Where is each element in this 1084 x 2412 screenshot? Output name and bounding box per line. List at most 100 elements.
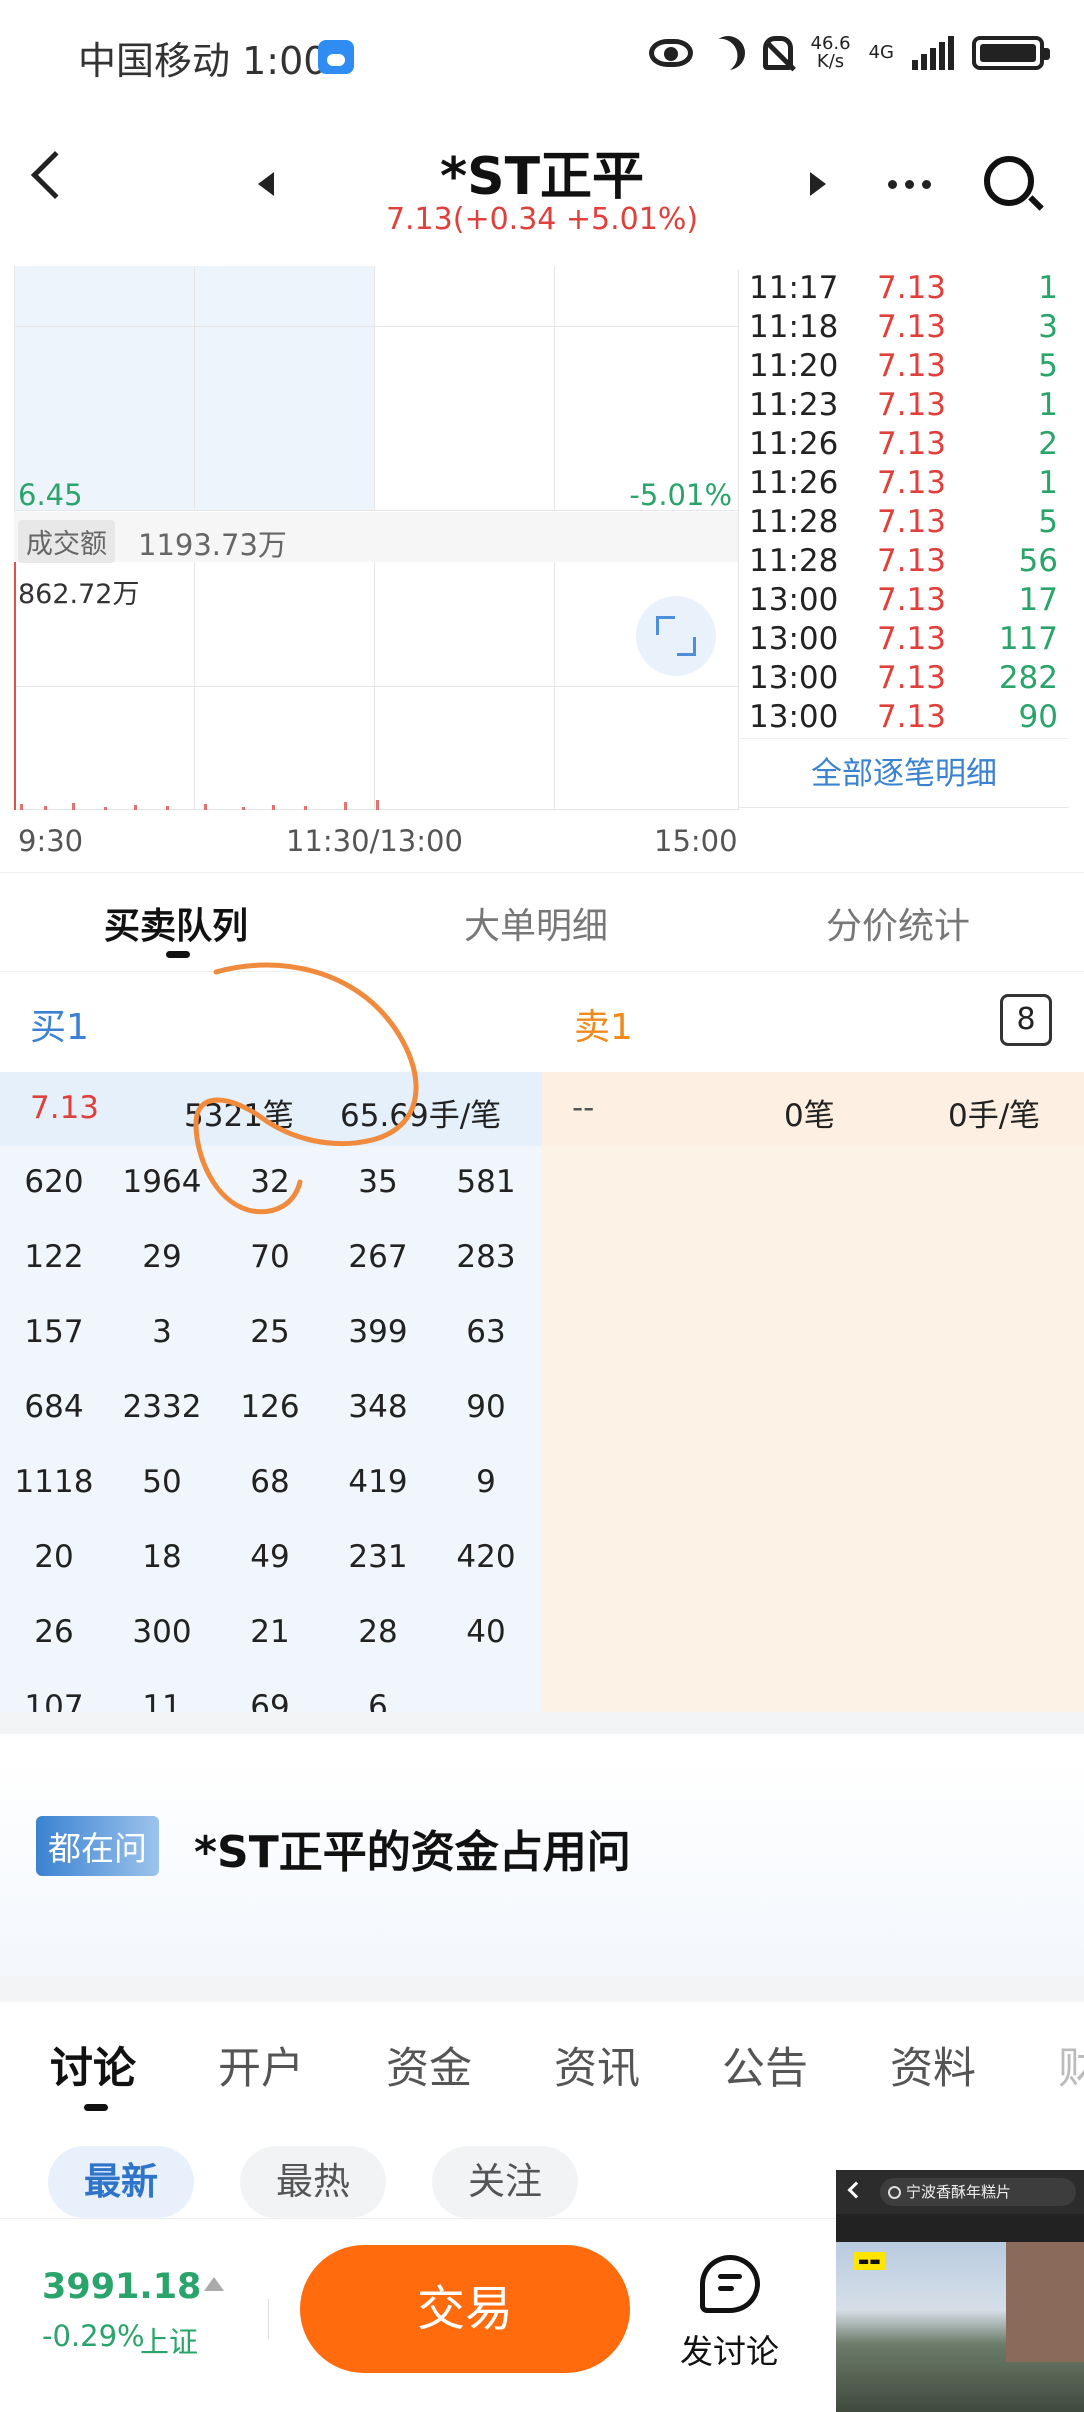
tab-discussion[interactable]: 讨论 bbox=[50, 2034, 136, 2096]
queue-order-size: 68 bbox=[250, 1464, 290, 1500]
queue-row: 107 11 69 6... bbox=[0, 1671, 542, 1746]
index-arrow-icon bbox=[204, 2277, 224, 2291]
queue-order-size: 25 bbox=[250, 1314, 290, 1350]
queue-row: 1118 50 68 419 9 bbox=[0, 1446, 542, 1521]
tick-row: 13:00 7.13 17 bbox=[739, 582, 1068, 621]
tick-row: 11:26 7.13 1 bbox=[739, 465, 1068, 504]
video-search-box[interactable]: 宁波香酥年糕片 bbox=[880, 2178, 1076, 2206]
intraday-chart[interactable]: 6.45 -5.01% 成交额 1193.73万 862.72万 bbox=[14, 266, 738, 810]
tick-list: 11:17 7.13 1 11:18 7.13 3 11:20 7.13 5 11:23 7.13 1… bbox=[738, 270, 1069, 810]
sell-level-label: 卖1 bbox=[574, 1007, 633, 1048]
floating-video[interactable]: 宁波香酥年糕片 ▬▬ bbox=[836, 2170, 1084, 2412]
queue-row: 684 2332 126 348 90 bbox=[0, 1371, 542, 1446]
tick-time: 13:00 bbox=[749, 621, 839, 657]
queue-order-size: 283 bbox=[456, 1239, 516, 1275]
time-axis-start: 9:30 bbox=[18, 824, 84, 858]
tick-price: 7.13 bbox=[877, 270, 947, 306]
trade-button[interactable]: 交易 bbox=[300, 2245, 630, 2373]
queue-order-size: 26 bbox=[34, 1614, 74, 1650]
time-axis: 9:30 11:30/13:00 15:00 bbox=[14, 824, 738, 864]
video-back-icon[interactable] bbox=[847, 2181, 865, 2199]
more-icon[interactable] bbox=[888, 180, 931, 189]
pill-following[interactable]: 关注 bbox=[432, 2146, 578, 2218]
net-speed: 46.6 K/s bbox=[811, 35, 851, 71]
ask-question[interactable]: *ST正平的资金占用问 bbox=[194, 1816, 631, 1880]
queue-order-size: 20 bbox=[34, 1539, 74, 1575]
queue-order-size: 231 bbox=[348, 1539, 408, 1575]
queue-order-size: 581 bbox=[456, 1164, 516, 1200]
tab-price-stats[interactable]: 分价统计 bbox=[826, 897, 970, 949]
queue-order-size: 18 bbox=[142, 1539, 182, 1575]
queue-row: 620 1964 32 35 581 bbox=[0, 1146, 542, 1221]
divider bbox=[268, 2299, 269, 2339]
comment-icon[interactable] bbox=[700, 2255, 760, 2313]
queue-order-size: 419 bbox=[348, 1464, 408, 1500]
video-frame[interactable]: ▬▬ bbox=[836, 2242, 1084, 2412]
chart-low-price: 6.45 bbox=[18, 478, 83, 512]
eye-icon bbox=[648, 39, 693, 67]
queue-order-size: 3 bbox=[152, 1314, 172, 1350]
tab-order-queue[interactable]: 买卖队列 bbox=[104, 897, 248, 949]
sell-summary: -- 0笔 0手/笔 bbox=[542, 1072, 1084, 1146]
sell-avg-lots: 0手/笔 bbox=[948, 1098, 1041, 1134]
tick-row: 11:26 7.13 2 bbox=[739, 426, 1068, 465]
tick-vol: 56 bbox=[1018, 543, 1058, 579]
all-ticks-link[interactable]: 全部逐笔明细 bbox=[739, 738, 1069, 808]
tick-price: 7.13 bbox=[877, 621, 947, 657]
stock-price-change: 7.13(+0.34 +5.01%) bbox=[385, 202, 699, 237]
section-divider bbox=[0, 1712, 1084, 1734]
sell-queue-grid bbox=[542, 1146, 1084, 1712]
tick-vol: 5 bbox=[1038, 504, 1058, 540]
tick-row: 11:20 7.13 5 bbox=[739, 348, 1068, 387]
queue-order-size: 90 bbox=[466, 1389, 506, 1425]
tab-large-orders[interactable]: 大单明细 bbox=[464, 897, 608, 949]
queue-count-badge[interactable]: 8 bbox=[1000, 994, 1052, 1046]
tick-time: 11:28 bbox=[749, 543, 839, 579]
queue-row: 20 18 49 231 420 bbox=[0, 1521, 542, 1596]
search-icon[interactable] bbox=[984, 156, 1034, 206]
tick-time: 13:00 bbox=[749, 660, 839, 696]
chart-low-percent: -5.01% bbox=[629, 478, 732, 512]
buy-order-count: 5321笔 bbox=[184, 1098, 294, 1134]
status-icons: 46.6 K/s 4G bbox=[648, 28, 1050, 78]
order-queue: 买1 卖1 8 7.13 5321笔 65.69手/笔 -- 0笔 0手/笔 6… bbox=[0, 972, 1084, 1746]
tick-price: 7.13 bbox=[877, 504, 947, 540]
tab-profile[interactable]: 资料 bbox=[890, 2034, 976, 2096]
bell-muted-icon bbox=[762, 36, 793, 70]
ask-badge: 都在问 bbox=[36, 1816, 159, 1876]
index-name: 上证 bbox=[140, 2325, 199, 2359]
carrier-time: 中国移动 1:00 bbox=[78, 30, 327, 85]
ask-card[interactable]: 都在问 *ST正平的资金占用问 bbox=[0, 1758, 1084, 1976]
queue-order-size: 9 bbox=[476, 1464, 496, 1500]
pill-latest[interactable]: 最新 bbox=[48, 2146, 194, 2218]
section-divider bbox=[0, 1976, 1084, 2002]
tick-time: 13:00 bbox=[749, 582, 839, 618]
tick-time: 11:20 bbox=[749, 348, 839, 384]
tick-vol: 5 bbox=[1038, 348, 1058, 384]
next-stock-icon[interactable] bbox=[810, 172, 826, 196]
bottom-bar: 3991.18 -0.29% 上证 交易 发讨论 bbox=[0, 2218, 836, 2412]
tab-finance[interactable]: 财 bbox=[1058, 2034, 1084, 2096]
post-discussion-label[interactable]: 发讨论 bbox=[680, 2325, 779, 2373]
clock: 1:00 bbox=[242, 39, 328, 83]
tab-news[interactable]: 资讯 bbox=[554, 2034, 640, 2096]
tick-row: 13:00 7.13 90 bbox=[739, 699, 1068, 738]
queue-order-size: 29 bbox=[142, 1239, 182, 1275]
tab-indicator bbox=[166, 951, 190, 958]
tick-row: 13:00 7.13 117 bbox=[739, 621, 1068, 660]
moon-icon bbox=[706, 31, 750, 75]
tick-time: 11:28 bbox=[749, 504, 839, 540]
queue-order-size: 1964 bbox=[122, 1164, 202, 1200]
tab-announcements[interactable]: 公告 bbox=[722, 2034, 808, 2096]
index-value[interactable]: 3991.18 bbox=[42, 2267, 201, 2307]
expand-chart-icon[interactable] bbox=[636, 596, 716, 676]
pill-hottest[interactable]: 最热 bbox=[240, 2146, 386, 2218]
tick-time: 11:18 bbox=[749, 309, 839, 345]
queue-order-size: 49 bbox=[250, 1539, 290, 1575]
tab-open-account[interactable]: 开户 bbox=[218, 2034, 304, 2096]
tick-time: 11:26 bbox=[749, 465, 839, 501]
queue-row: 26 300 21 28 40 bbox=[0, 1596, 542, 1671]
tick-price: 7.13 bbox=[877, 426, 947, 462]
queue-row: 122 29 70 267 283 bbox=[0, 1221, 542, 1296]
tab-funds[interactable]: 资金 bbox=[386, 2034, 472, 2096]
